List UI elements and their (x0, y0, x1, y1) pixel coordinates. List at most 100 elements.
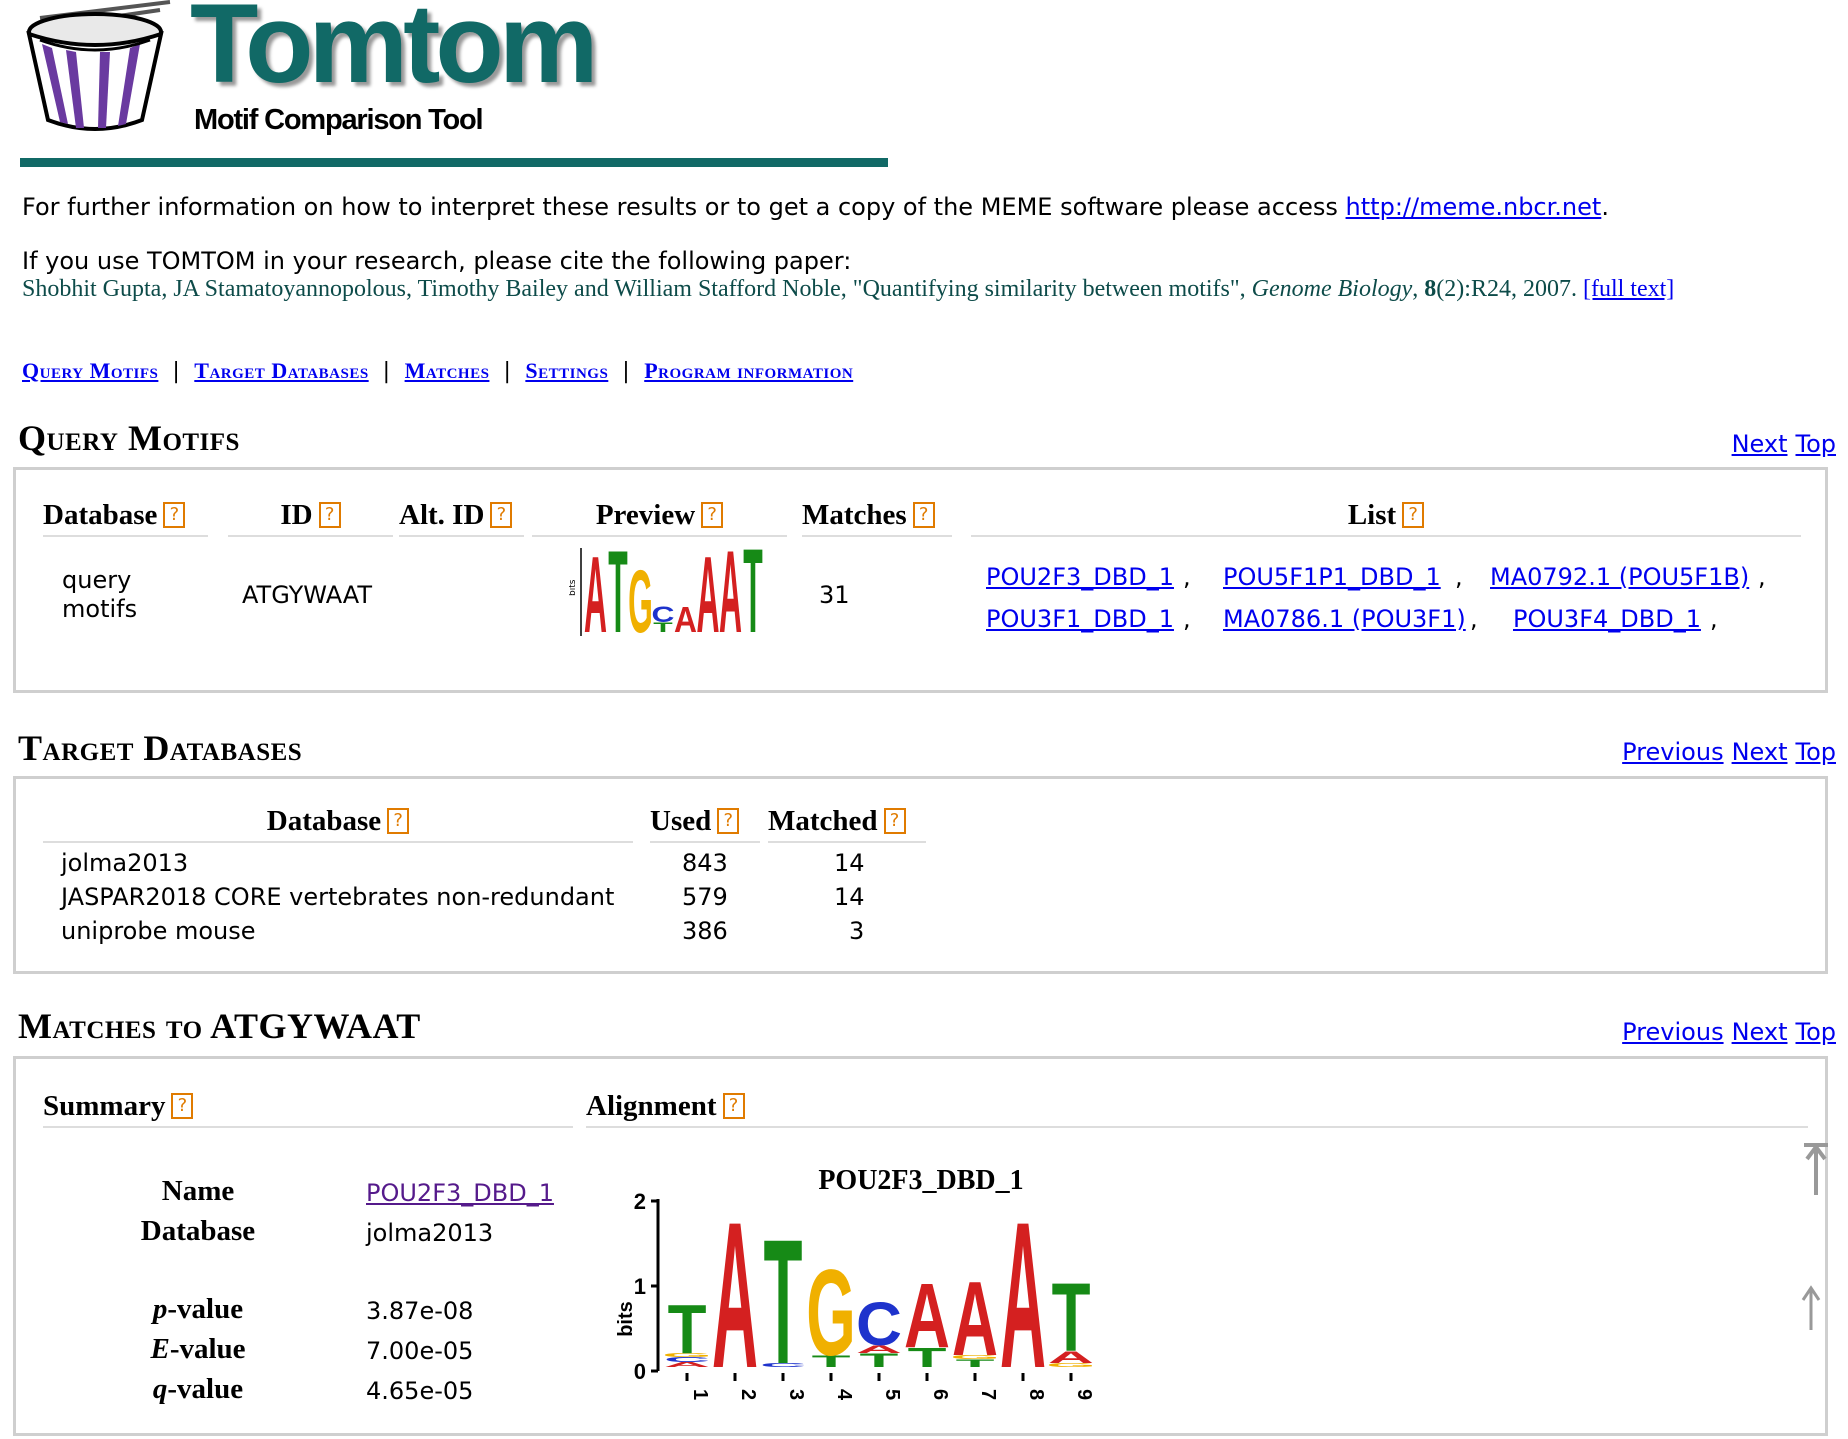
summary-qvalue-label: q-value (88, 1373, 308, 1406)
summary-database-value: jolma2013 (366, 1219, 494, 1247)
query-database-cell: query motifs (62, 566, 137, 624)
col-preview-label: Preview (595, 499, 696, 531)
db-row-2-used: 579 (682, 883, 728, 911)
scroll-up-arrow-icon[interactable] (1796, 1284, 1826, 1334)
col-used: Used? (650, 804, 760, 843)
fulltext-link[interactable]: [full text] (1583, 276, 1674, 302)
help-icon[interactable]: ? (171, 1093, 194, 1119)
alignment-logo[interactable]: POU2F3_DBD_1 bits 2 1 0 ACGT A CT TG TAC TA TG… (606, 1149, 1226, 1439)
summary-name-link[interactable]: POU2F3_DBD_1 (366, 1179, 554, 1207)
preview-letter: T (653, 620, 672, 635)
col-database: Database? (43, 804, 633, 843)
nav-matches[interactable]: Matches (405, 358, 490, 383)
col-list: List? (971, 498, 1801, 537)
match-link-1[interactable]: POU2F3_DBD_1 (986, 563, 1174, 591)
citation-authors: Shobhit Gupta, JA Stamatoyannopolous, Ti… (22, 276, 1252, 302)
preview-letter: A (697, 540, 720, 650)
db-row-3-matched: 3 (849, 917, 865, 945)
db-row-2-matched: 14 (834, 883, 865, 911)
alignment-letter: A (904, 1265, 950, 1367)
alignment-logo-title: POU2F3_DBD_1 (818, 1165, 1023, 1196)
col-preview: Preview? (532, 498, 787, 537)
scroll-top-arrow-icon[interactable] (1801, 1139, 1831, 1199)
target-databases-heading: Target Databases (18, 728, 303, 768)
alignment-x-label: 9 (1073, 1389, 1095, 1400)
evalue-suffix: -value (169, 1333, 246, 1365)
citation-sep: , (1412, 276, 1425, 302)
col-id-label: ID (280, 499, 313, 531)
logo-title: Tomtom (190, 0, 598, 106)
citation: Shobhit Gupta, JA Stamatoyannopolous, Ti… (22, 277, 1674, 301)
top-link[interactable]: Top (1796, 738, 1837, 766)
col-matched: Matched? (768, 804, 926, 843)
col-matches: Matches? (802, 498, 952, 537)
match-link-6[interactable]: POU3F4_DBD_1 (1513, 605, 1701, 633)
help-icon[interactable]: ? (318, 502, 341, 528)
col-alt-id-label: Alt. ID (399, 499, 485, 531)
preview-letters: A T GCT A A A T (584, 540, 763, 650)
col-alignment: Alignment? (586, 1089, 1808, 1128)
preview-letter: T (608, 540, 627, 650)
qvalue-suffix: -value (167, 1373, 244, 1405)
col-alignment-label: Alignment (586, 1090, 717, 1122)
query-matches-cell: 31 (819, 581, 850, 609)
nav-query-motifs[interactable]: Query Motifs (22, 358, 158, 383)
summary-qvalue: 4.65e-05 (366, 1377, 474, 1405)
query-motif-preview-logo[interactable]: bits A T GCT A A A T (569, 540, 769, 650)
col-database-label: Database (266, 805, 382, 837)
help-icon[interactable]: ? (163, 502, 186, 528)
preview-letter: A (719, 540, 742, 650)
alignment-ylabel: bits (615, 1301, 637, 1337)
alignment-x-label: 2 (737, 1389, 759, 1400)
summary-evalue-label: E-value (88, 1333, 308, 1366)
nav-separator: | (622, 359, 631, 384)
alignment-x-label: 5 (881, 1389, 903, 1400)
nav-settings[interactable]: Settings (525, 358, 608, 383)
alignment-letter: T (764, 1203, 803, 1401)
next-link[interactable]: Next (1732, 738, 1788, 766)
match-link-5[interactable]: MA0786.1 (POU3F1) (1223, 605, 1466, 633)
matches-links: Previous Next Top (1614, 1018, 1836, 1046)
qvalue-prefix: q (152, 1373, 168, 1405)
query-motifs-heading: Query Motifs (18, 418, 240, 458)
nav-separator: | (172, 359, 181, 384)
col-summary: Summary? (43, 1089, 573, 1128)
top-link[interactable]: Top (1796, 1018, 1837, 1046)
top-link[interactable]: Top (1796, 430, 1837, 458)
col-matched-label: Matched (768, 805, 878, 837)
help-icon[interactable]: ? (387, 808, 410, 834)
section-nav: Query Motifs | Target Databases | Matches | Se… (22, 358, 853, 384)
help-icon[interactable]: ? (490, 502, 513, 528)
nav-program-information[interactable]: Program information (644, 358, 853, 383)
preview-ylabel: bits (569, 579, 578, 596)
preview-letter: T (743, 540, 762, 650)
next-link[interactable]: Next (1732, 1018, 1788, 1046)
col-list-label: List (1347, 499, 1397, 531)
db-row-2-name: JASPAR2018 CORE vertebrates non-redundan… (61, 883, 615, 911)
help-icon[interactable]: ? (722, 1093, 745, 1119)
help-icon[interactable]: ? (717, 808, 740, 834)
meme-link[interactable]: http://meme.nbcr.net (1346, 193, 1602, 221)
match-link-3[interactable]: MA0792.1 (POU5F1B) (1490, 563, 1749, 591)
col-alt-id: Alt. ID? (399, 498, 524, 537)
list-sep: , (1470, 605, 1478, 633)
previous-link[interactable]: Previous (1622, 738, 1723, 766)
next-link[interactable]: Next (1732, 430, 1788, 458)
help-icon[interactable]: ? (1402, 502, 1425, 528)
match-link-2[interactable]: POU5F1P1_DBD_1 (1223, 563, 1441, 591)
col-id: ID? (228, 498, 393, 537)
alignment-letter: C (856, 1291, 902, 1359)
preview-letter: A (584, 540, 607, 650)
alignment-ytick-label: 0 (634, 1359, 646, 1384)
match-link-4[interactable]: POU3F1_DBD_1 (986, 605, 1174, 633)
nav-target-databases[interactable]: Target Databases (194, 358, 368, 383)
summary-pvalue-label: p-value (88, 1293, 308, 1326)
help-icon[interactable]: ? (701, 502, 724, 528)
help-icon[interactable]: ? (883, 808, 906, 834)
list-sep: , (1183, 563, 1191, 591)
previous-link[interactable]: Previous (1622, 1018, 1723, 1046)
drum-logo-icon (26, 0, 171, 131)
help-icon[interactable]: ? (912, 502, 935, 528)
db-row-1-used: 843 (682, 849, 728, 877)
db-row-3-used: 386 (682, 917, 728, 945)
